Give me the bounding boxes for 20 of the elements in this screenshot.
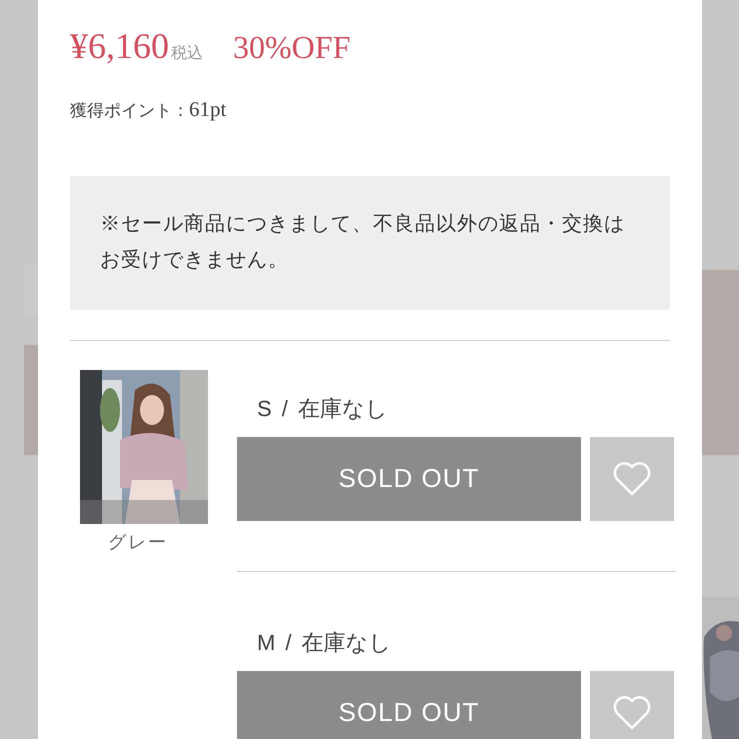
stock-status: 在庫なし [301, 629, 392, 657]
favorite-button[interactable] [590, 670, 674, 739]
size-label: M [257, 629, 276, 657]
heart-icon [612, 460, 652, 496]
notice-text: ※セール商品につきまして、不良品以外の返品・交換はお受けできません。 [100, 212, 626, 272]
sold-out-button[interactable]: SOLD OUT [237, 670, 581, 739]
tax-label: 税込 [171, 44, 203, 64]
size-label: S [257, 395, 272, 423]
favorite-button[interactable] [590, 436, 674, 520]
points-value: 61pt [189, 96, 226, 123]
sale-price: ¥6,160 [70, 28, 169, 64]
heart-icon [612, 694, 652, 730]
separator: / [282, 395, 288, 423]
points-label: 獲得ポイント： [70, 100, 189, 122]
separator: / [285, 629, 292, 657]
discount-label: 30%OFF [233, 31, 350, 63]
color-name: グレー [108, 530, 168, 554]
background-panel [24, 264, 38, 316]
sold-out-button[interactable]: SOLD OUT [237, 436, 581, 520]
stock-status: 在庫なし [298, 395, 388, 423]
